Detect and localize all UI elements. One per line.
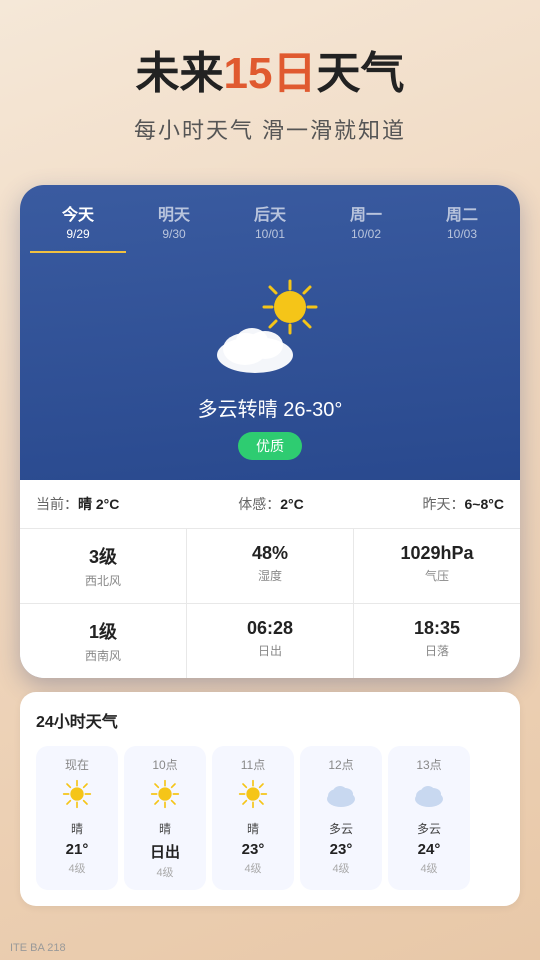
yesterday-value: 6~8°C	[465, 496, 504, 512]
hero-title: 未来15日天气	[30, 48, 510, 101]
metric-cell-3: 1级西南风	[20, 604, 186, 678]
cloud-icon	[210, 307, 300, 377]
metric-cell-2: 1029hPa气压	[354, 529, 520, 603]
hero-title-highlight: 15日	[224, 49, 317, 98]
tab-tuesday[interactable]: 周二 10/03	[414, 201, 510, 253]
metric-cell-1: 48%湿度	[187, 529, 353, 603]
yesterday-label: 昨天：	[423, 496, 465, 512]
hourly-item-0: 现在 晴 21° 4级	[36, 746, 118, 890]
weather-main: 多云转晴 26-30° 优质	[20, 253, 520, 480]
feel-stat: 体感：2°C	[238, 494, 304, 514]
tab-day-after[interactable]: 后天 10/01	[222, 201, 318, 253]
air-quality-badge: 优质	[238, 432, 302, 460]
metrics-grid: 3级西北风48%湿度1029hPa气压 1级西南风06:28日出18:35日落	[20, 528, 520, 678]
feel-label: 体感：	[238, 496, 280, 512]
hero-subtitle: 每小时天气 滑一滑就知道	[30, 113, 510, 145]
tab-today[interactable]: 今天 9/29	[30, 201, 126, 253]
metric-cell-0: 3级西北风	[20, 529, 186, 603]
hourly-section: 24小时天气 现在 晴 21° 4级 10点 晴	[20, 692, 520, 906]
weather-card: 今天 9/29 明天 9/30 后天 10/01 周一 10/02 周二 10/…	[20, 185, 520, 678]
hourly-item-1: 10点 晴 日出 4级	[124, 746, 206, 890]
hourly-title: 24小时天气	[36, 708, 504, 732]
tab-monday[interactable]: 周一 10/02	[318, 201, 414, 253]
hourly-item-4: 13点 多云 24° 4级	[388, 746, 470, 890]
current-stat: 当前：晴 2°C	[36, 494, 119, 514]
feel-value: 2°C	[280, 496, 304, 512]
yesterday-stat: 昨天：6~8°C	[423, 494, 504, 514]
hero-title-prefix: 未来	[136, 49, 224, 98]
bottom-label: ITE BA 218	[0, 936, 160, 960]
weather-icon-container	[210, 277, 330, 377]
hero-title-suffix: 天气	[316, 49, 404, 98]
hourly-scroll[interactable]: 现在 晴 21° 4级 10点 晴 日出 4级	[36, 746, 504, 890]
hourly-item-3: 12点 多云 23° 4级	[300, 746, 382, 890]
metric-cell-5: 18:35日落	[354, 604, 520, 678]
hero-section: 未来15日天气 每小时天气 滑一滑就知道	[0, 0, 540, 175]
weather-description: 多云转晴 26-30°	[40, 393, 500, 422]
current-label: 当前：	[36, 496, 78, 512]
metric-cell-4: 06:28日出	[187, 604, 353, 678]
stats-row: 当前：晴 2°C 体感：2°C 昨天：6~8°C	[20, 480, 520, 528]
day-tabs: 今天 9/29 明天 9/30 后天 10/01 周一 10/02 周二 10/…	[20, 185, 520, 253]
tab-tomorrow[interactable]: 明天 9/30	[126, 201, 222, 253]
current-value: 晴 2°C	[78, 496, 119, 512]
hourly-item-2: 11点 晴 23° 4级	[212, 746, 294, 890]
